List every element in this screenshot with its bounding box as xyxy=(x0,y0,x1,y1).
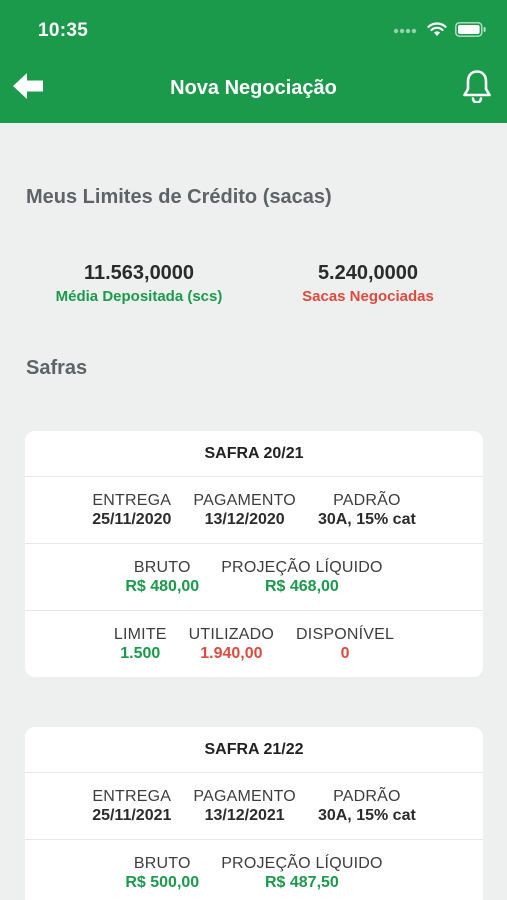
pagamento-label: PAGAMENTO xyxy=(193,787,296,805)
deposited-average-value: 11.563,0000 xyxy=(83,262,195,284)
entrega-label: ENTREGA xyxy=(92,787,172,805)
battery-icon xyxy=(455,22,487,42)
safras-title: Safras xyxy=(26,357,88,379)
bruto-label: BRUTO xyxy=(133,855,191,872)
notifications-button[interactable] xyxy=(459,68,495,108)
safra-card-2122[interactable]: SAFRA 21/22 ENTREGA 25/11/2021 PAGAMENTO… xyxy=(25,727,483,900)
pagamento-label: PAGAMENTO xyxy=(193,491,296,509)
disponivel-label: DISPONÍVEL xyxy=(296,626,395,643)
deposited-average-label: Média Depositada (scs) xyxy=(55,288,223,305)
delivery-row: ENTREGA 25/11/2020 PAGAMENTO 13/12/2020 … xyxy=(25,477,483,544)
padrao-value: 30A, 15% cat xyxy=(317,510,416,528)
status-time: 10:35 xyxy=(38,20,89,41)
nav-bar: Nova Negociação xyxy=(0,60,507,120)
price-row: BRUTO R$ 500,00 PROJEÇÃO LÍQUIDO R$ 487,… xyxy=(25,840,483,900)
negotiated-bags-stat: 5.240,0000 Sacas Negociadas xyxy=(258,262,478,305)
limite-label: LIMITE xyxy=(113,626,167,643)
credit-limits-title: Meus Limites de Crédito (sacas) xyxy=(26,186,332,208)
projecao-cell: PROJEÇÃO LÍQUIDO R$ 468,00 xyxy=(221,559,382,596)
bruto-cell: BRUTO R$ 500,00 xyxy=(125,855,199,892)
bruto-label: BRUTO xyxy=(133,558,191,576)
entrega-label: ENTREGA xyxy=(92,491,172,509)
projecao-cell: PROJEÇÃO LÍQUIDO R$ 487,50 xyxy=(221,855,382,892)
delivery-row: ENTREGA 25/11/2021 PAGAMENTO 13/12/2021 … xyxy=(25,773,483,840)
negotiated-bags-label: Sacas Negociadas xyxy=(302,288,434,305)
pagamento-cell: PAGAMENTO 13/12/2021 xyxy=(193,788,296,825)
limite-value: 1.500 xyxy=(120,645,161,662)
bruto-value: R$ 500,00 xyxy=(125,874,200,891)
utilizado-cell: UTILIZADO 1.940,00 xyxy=(189,626,274,663)
padrao-cell: PADRÃO 30A, 15% cat xyxy=(318,492,416,529)
deposited-average-stat: 11.563,0000 Média Depositada (scs) xyxy=(29,262,249,305)
padrao-label: PADRÃO xyxy=(333,787,401,805)
padrao-label: PADRÃO xyxy=(333,491,401,509)
disponivel-cell: DISPONÍVEL 0 xyxy=(296,626,394,663)
utilizado-label: UTILIZADO xyxy=(188,626,275,643)
entrega-value: 25/11/2020 xyxy=(92,510,172,528)
projecao-value: R$ 468,00 xyxy=(264,577,339,595)
safra-card-title: SAFRA 20/21 xyxy=(25,431,483,477)
bruto-cell: BRUTO R$ 480,00 xyxy=(125,559,199,596)
projecao-value: R$ 487,50 xyxy=(264,874,339,891)
entrega-cell: ENTREGA 25/11/2021 xyxy=(92,788,171,825)
pagamento-value: 13/12/2020 xyxy=(204,510,285,528)
wifi-icon xyxy=(427,22,447,42)
padrao-cell: PADRÃO 30A, 15% cat xyxy=(318,788,416,825)
limite-cell: LIMITE 1.500 xyxy=(114,626,167,663)
utilizado-value: 1.940,00 xyxy=(200,645,263,662)
entrega-cell: ENTREGA 25/11/2020 xyxy=(92,492,171,529)
app-header: 10:35 Nova Negociação xyxy=(0,0,507,123)
status-bar: 10:35 xyxy=(0,0,507,60)
entrega-value: 25/11/2021 xyxy=(92,806,172,824)
negotiated-bags-value: 5.240,0000 xyxy=(317,262,419,284)
projecao-label: PROJEÇÃO LÍQUIDO xyxy=(221,855,383,872)
padrao-value: 30A, 15% cat xyxy=(317,806,416,824)
bell-icon xyxy=(462,69,492,108)
status-icons xyxy=(393,22,487,42)
page-title: Nova Negociação xyxy=(170,77,337,99)
pagamento-cell: PAGAMENTO 13/12/2020 xyxy=(193,492,296,529)
safra-card-title: SAFRA 21/22 xyxy=(25,727,483,773)
projecao-label: PROJEÇÃO LÍQUIDO xyxy=(221,558,383,576)
safra-card-2021[interactable]: SAFRA 20/21 ENTREGA 25/11/2020 PAGAMENTO… xyxy=(25,431,483,677)
pagamento-value: 13/12/2021 xyxy=(204,806,285,824)
signal-icon xyxy=(393,23,419,41)
bruto-value: R$ 480,00 xyxy=(125,577,200,595)
disponivel-value: 0 xyxy=(340,645,350,662)
limit-row: LIMITE 1.500 UTILIZADO 1.940,00 DISPONÍV… xyxy=(25,611,483,677)
price-row: BRUTO R$ 480,00 PROJEÇÃO LÍQUIDO R$ 468,… xyxy=(25,544,483,611)
